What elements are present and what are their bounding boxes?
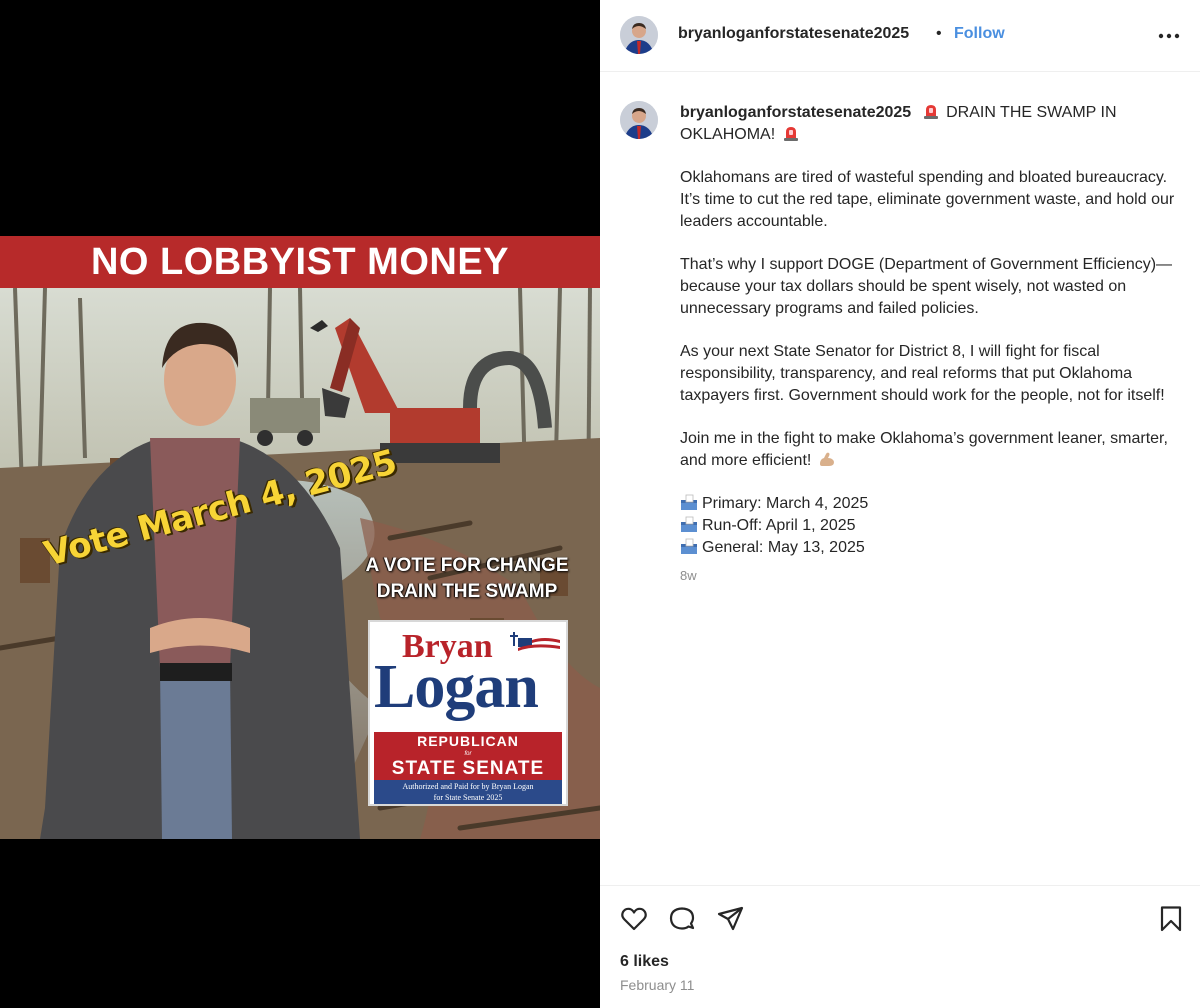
caption-paragraph-3: As your next State Senator for District … [680,343,1165,404]
campaign-sign: Bryan Logan REPUBLICAN for STATE SENATE … [368,620,568,806]
sign-authorization: Authorized and Paid for by Bryan Logan f… [374,780,562,804]
election-date-runoff: Run-Off: April 1, 2025 [702,517,856,534]
caption-headline-b: OKLAHOMA! [680,126,776,143]
caption-paragraph-1: Oklahomans are tired of wasteful spendin… [680,169,1175,230]
sign-last-name: Logan [374,653,539,721]
header-separator: • [936,25,942,42]
caption-section: bryanloganforstatesenate2025 DRAIN THE S… [600,73,1200,885]
slogan-text: A VOTE FOR CHANGE DRAIN THE SWAMP [362,553,572,605]
caption-username[interactable]: bryanloganforstatesenate2025 [680,104,911,121]
sign-auth-line2: for State Senate 2025 [433,793,503,802]
election-date-row: General: May 13, 2025 [680,537,1190,559]
more-options-icon[interactable] [1156,26,1182,46]
image-banner: NO LOBBYIST MONEY [0,236,600,288]
heart-icon[interactable] [619,904,649,934]
campaign-image: NO LOBBYIST MONEY Vote March 4, 2025 A V… [0,236,600,839]
caption-paragraph-4-text: Join me in the fight to make Oklahoma’s … [680,430,1168,469]
caption-age[interactable]: 8w [680,565,1190,587]
election-date-primary: Primary: March 4, 2025 [702,495,869,512]
election-date-general: General: May 13, 2025 [702,539,865,556]
siren-icon [783,127,798,141]
post-side-panel: bryanloganforstatesenate2025 • Follow br… [600,0,1200,1008]
bookmark-icon[interactable] [1156,904,1186,934]
ballot-box-icon [681,538,697,554]
siren-icon [923,105,938,119]
header-username[interactable]: bryanloganforstatesenate2025 [678,25,909,43]
slogan-line2: DRAIN THE SWAMP [376,581,558,602]
avatar[interactable] [620,16,658,54]
caption-headline-a: DRAIN THE SWAMP IN [946,104,1117,121]
avatar-photo-icon [620,16,658,54]
avatar-photo-icon [620,101,658,139]
election-date-row: Run-Off: April 1, 2025 [680,515,1190,537]
comment-icon[interactable] [667,904,697,934]
sign-auth-line1: Authorized and Paid for by Bryan Logan [402,782,534,791]
caption-paragraph-2: That’s why I support DOGE (Department of… [680,256,1173,317]
post-media[interactable]: NO LOBBYIST MONEY Vote March 4, 2025 A V… [0,0,600,1008]
send-icon[interactable] [716,904,746,934]
post-date[interactable]: February 11 [620,977,694,993]
election-dates: Primary: March 4, 2025 Run-Off: April 1,… [680,493,1190,559]
caption-paragraph-4: Join me in the fight to make Oklahoma’s … [680,428,1190,472]
sign-for: for [374,750,562,758]
sign-party: REPUBLICAN [374,732,562,750]
post-actions: 6 likes February 11 [600,885,1200,1008]
follow-button[interactable]: Follow [954,25,1005,43]
caption-headline: bryanloganforstatesenate2025 DRAIN THE S… [680,102,1190,146]
ballot-box-icon [681,516,697,532]
caption-text: bryanloganforstatesenate2025 DRAIN THE S… [680,102,1190,608]
slogan-line1: A VOTE FOR CHANGE [365,555,569,576]
ballot-box-icon [681,494,697,510]
election-date-row: Primary: March 4, 2025 [680,493,1190,515]
post-header: bryanloganforstatesenate2025 • Follow [600,0,1200,72]
caption-avatar[interactable] [620,101,658,139]
likes-count[interactable]: 6 likes [620,953,669,971]
sign-office: STATE SENATE [374,758,562,780]
flexed-biceps-icon [819,452,834,466]
